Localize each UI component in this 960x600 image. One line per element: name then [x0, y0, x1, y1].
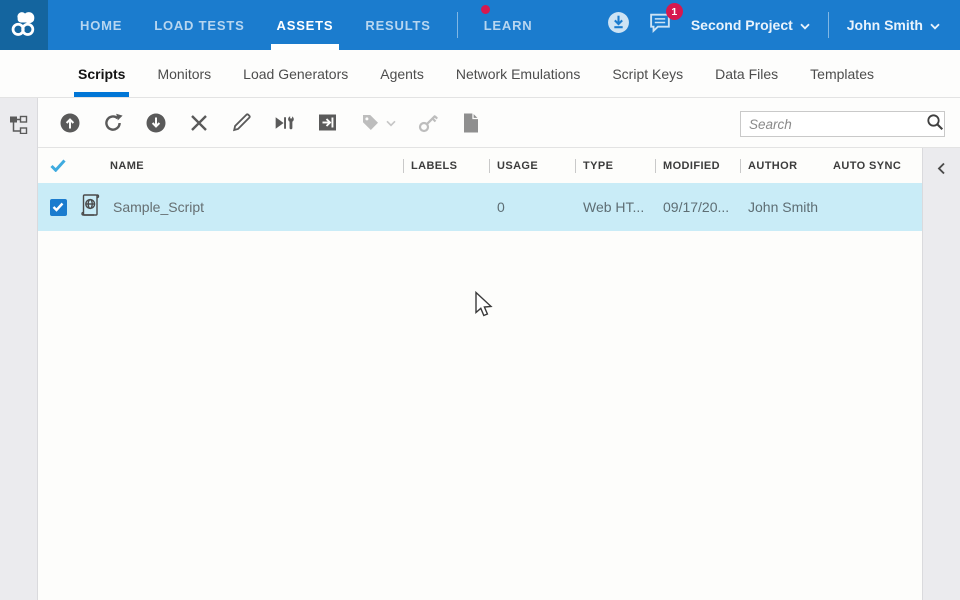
table-row-sample-script[interactable]: Sample_Script 0 Web HT... 09/17/20... Jo… [38, 183, 922, 231]
edit-icon[interactable] [230, 111, 253, 134]
download-button[interactable] [607, 11, 630, 39]
col-header-type[interactable]: TYPE [575, 160, 655, 172]
row-name-cell: Sample_Script [78, 192, 403, 222]
nav-right-group: 1 Second Project John Smith [607, 11, 960, 39]
nav-divider [457, 12, 458, 38]
project-selector[interactable]: Second Project [691, 17, 810, 33]
app-logo[interactable] [0, 0, 48, 50]
mouse-cursor [474, 291, 496, 326]
search-input[interactable] [749, 117, 926, 132]
nav-item-learn[interactable]: LEARN [478, 0, 539, 50]
nav-item-results[interactable]: RESULTS [359, 0, 436, 50]
row-checkbox[interactable] [50, 199, 67, 216]
tab-scripts[interactable]: Scripts [78, 50, 125, 97]
open-in-editor-icon[interactable] [316, 111, 339, 134]
tab-data-files[interactable]: Data Files [715, 50, 778, 97]
tab-monitors[interactable]: Monitors [157, 50, 211, 97]
nav-item-learn-label: LEARN [484, 18, 533, 33]
user-menu-label: John Smith [847, 17, 923, 33]
upload-script-icon[interactable] [58, 111, 81, 134]
col-header-auto-sync[interactable]: AUTO SYNC [825, 160, 922, 172]
cell-usage: 0 [489, 199, 575, 215]
tree-panel-collapsed [0, 98, 38, 600]
nav-item-load-tests[interactable]: LOAD TESTS [148, 0, 250, 50]
tab-agents[interactable]: Agents [380, 50, 424, 97]
col-header-labels[interactable]: LABELS [403, 160, 489, 172]
chevron-left-icon[interactable] [937, 162, 946, 600]
key-icon[interactable] [416, 111, 439, 134]
project-selector-label: Second Project [691, 17, 793, 33]
tab-network-emulations[interactable]: Network Emulations [456, 50, 581, 97]
cell-type: Web HT... [575, 199, 655, 215]
col-header-author[interactable]: AUTHOR [740, 160, 825, 172]
delete-icon[interactable] [187, 111, 210, 134]
report-file-icon[interactable] [459, 111, 482, 134]
cloud-infinity-logo-icon [7, 6, 41, 45]
runtime-settings-icon[interactable] [273, 111, 296, 134]
tab-load-generators[interactable]: Load Generators [243, 50, 348, 97]
tree-view-icon[interactable] [7, 113, 30, 136]
nav-item-home[interactable]: HOME [74, 0, 128, 50]
chevron-down-icon [800, 17, 810, 33]
col-header-usage[interactable]: USAGE [489, 160, 575, 172]
tab-script-keys[interactable]: Script Keys [612, 50, 683, 97]
col-header-name[interactable]: NAME [78, 160, 403, 172]
search-box [740, 111, 945, 137]
download-script-icon[interactable] [144, 111, 167, 134]
nav-divider [828, 12, 829, 38]
labels-chevron-down-icon [386, 114, 396, 132]
nav-item-assets[interactable]: ASSETS [271, 0, 340, 50]
scripts-table-header: NAME LABELS USAGE TYPE MODIFIED AUTHOR A… [38, 148, 922, 183]
refresh-icon[interactable] [101, 111, 124, 134]
script-name: Sample_Script [113, 199, 204, 215]
tab-templates[interactable]: Templates [810, 50, 874, 97]
user-menu[interactable]: John Smith [847, 17, 940, 33]
scripts-toolbar [38, 98, 960, 148]
top-navigation-bar: HOME LOAD TESTS ASSETS RESULTS LEARN [0, 0, 960, 50]
learn-notification-dot [481, 5, 490, 14]
web-script-icon [78, 192, 103, 222]
primary-nav: HOME LOAD TESTS ASSETS RESULTS LEARN [74, 0, 538, 50]
chevron-down-icon [930, 17, 940, 33]
cell-author: John Smith [740, 199, 825, 215]
assets-tab-bar: Scripts Monitors Load Generators Agents … [0, 50, 960, 98]
search-icon[interactable] [926, 113, 944, 136]
download-circle-icon [607, 11, 630, 39]
notifications-button[interactable]: 1 [648, 11, 673, 39]
cell-modified: 09/17/20... [655, 199, 740, 215]
labels-tag-icon[interactable] [359, 111, 382, 134]
col-header-modified[interactable]: MODIFIED [655, 160, 740, 172]
row-checkbox-cell [38, 199, 78, 216]
side-panel-collapsed [922, 148, 960, 600]
notification-badge: 1 [666, 3, 683, 20]
labels-button-group[interactable] [359, 111, 396, 134]
select-all-checkmark[interactable] [38, 159, 78, 172]
